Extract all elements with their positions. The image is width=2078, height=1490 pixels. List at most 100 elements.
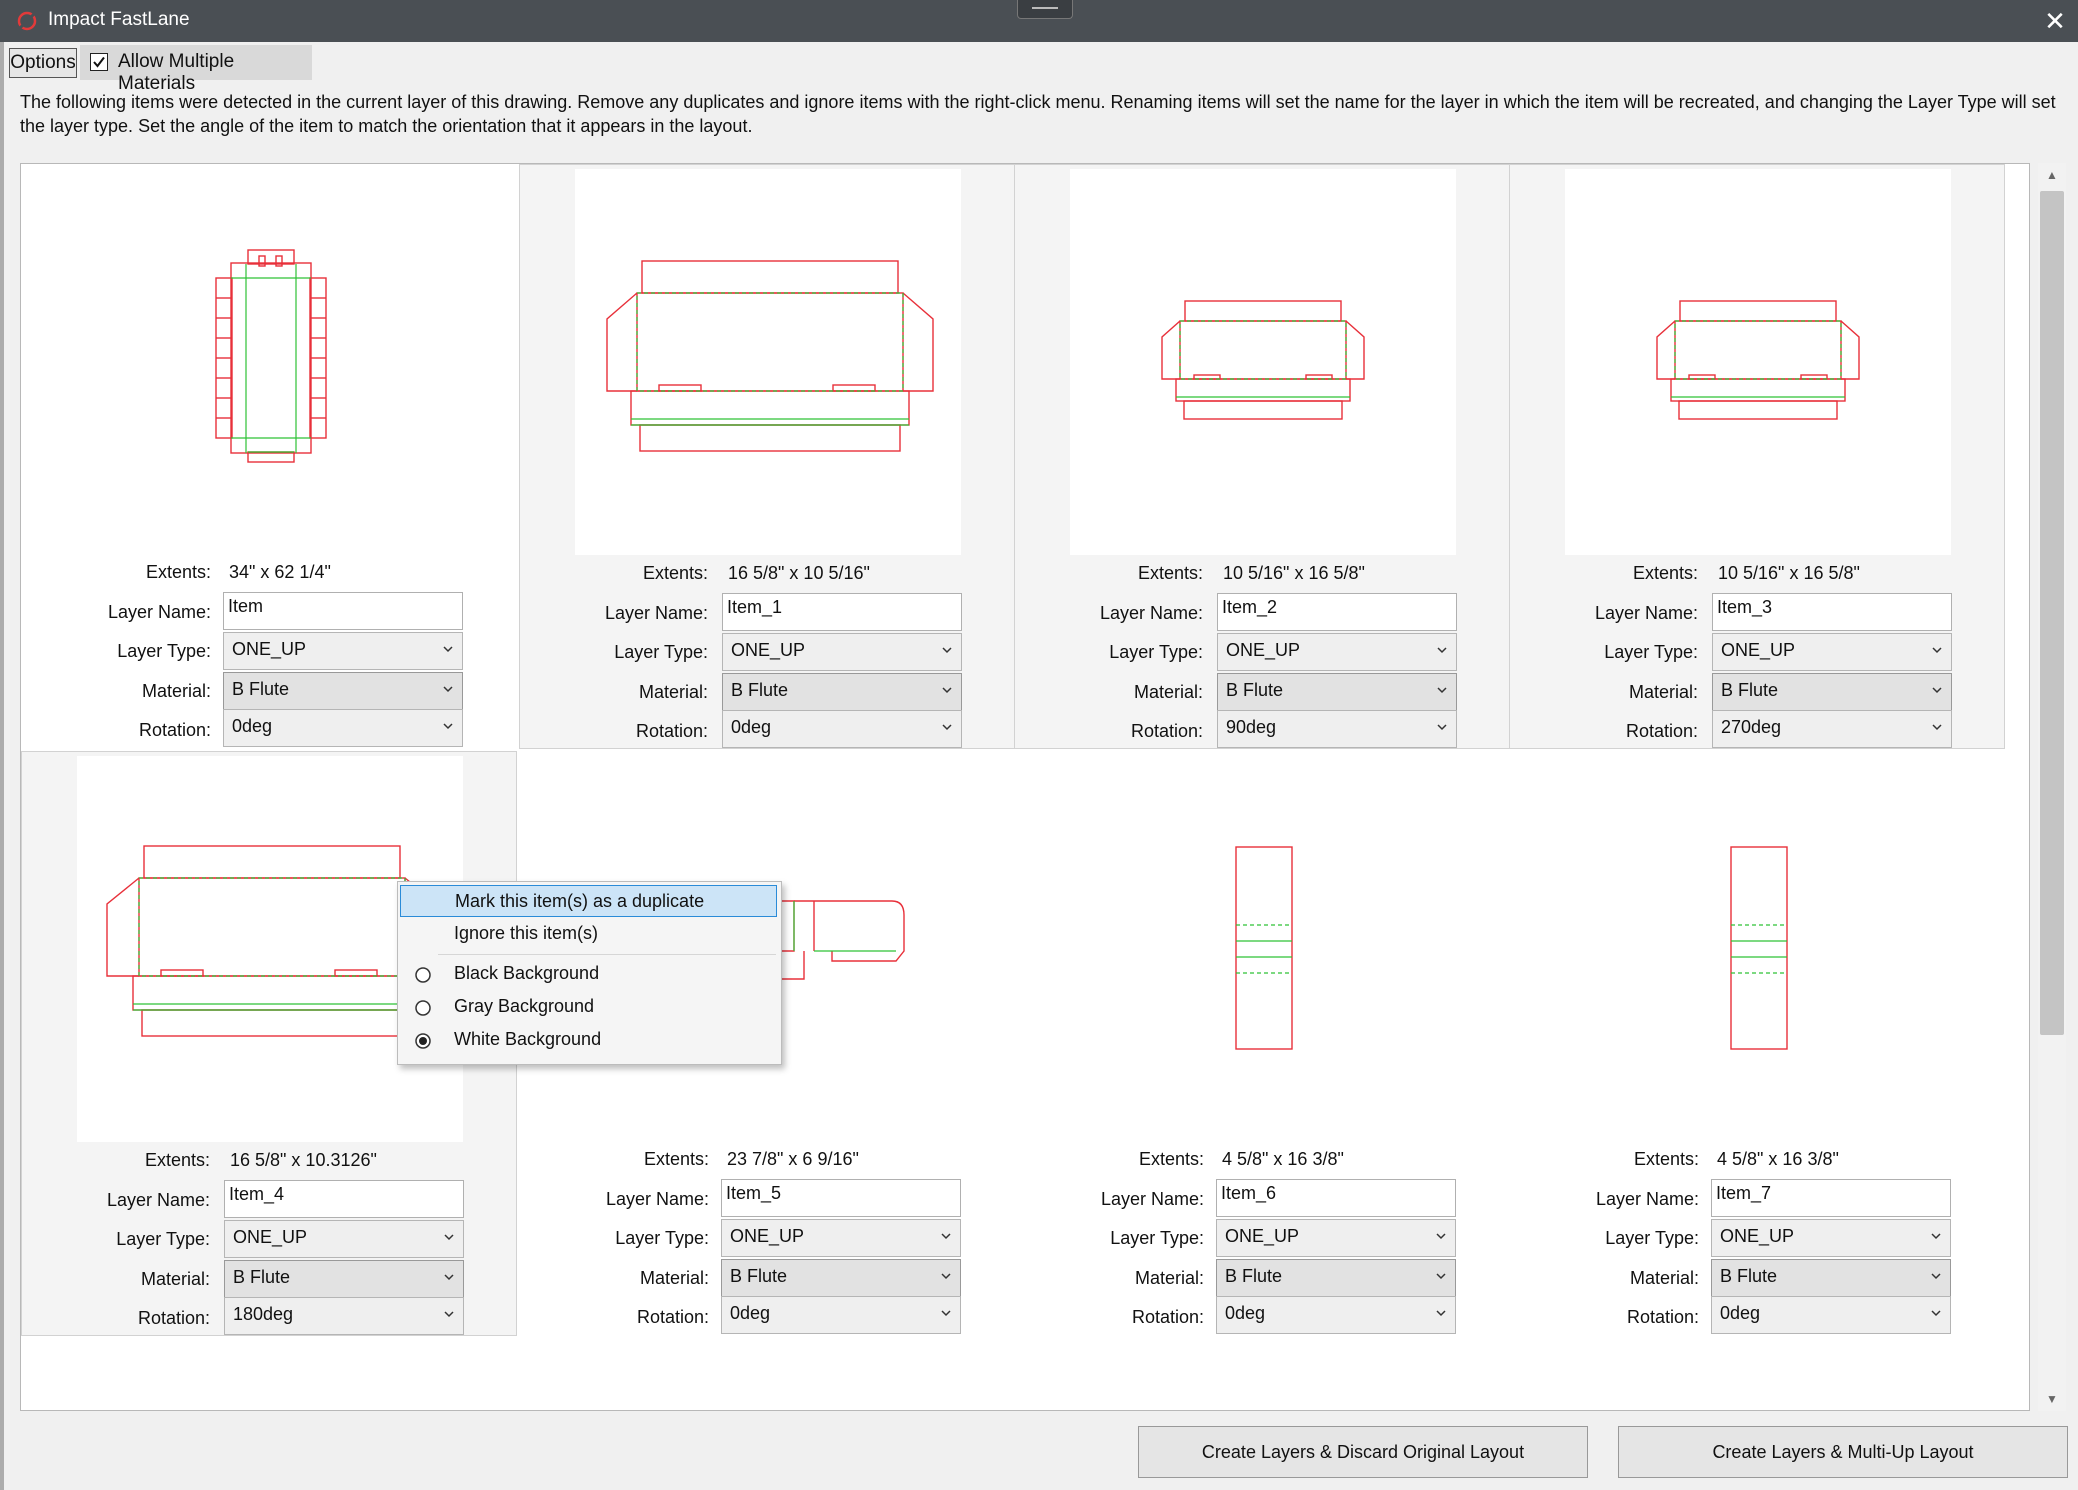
- material-label: Material:: [1134, 1268, 1204, 1288]
- radio-unchecked-icon: [415, 1000, 431, 1016]
- close-icon[interactable]: ✕: [2040, 6, 2070, 36]
- layer-type-label: Layer Type:: [1604, 642, 1698, 662]
- rotation-select[interactable]: 180deg: [224, 1297, 464, 1335]
- item-card[interactable]: Extents: 16 5/8" x 10 5/16" Layer Name: …: [519, 164, 1015, 749]
- chevron-down-icon: [1931, 1310, 1941, 1317]
- extents-label: Extents:: [1632, 563, 1698, 583]
- layer-name-input[interactable]: Item: [223, 592, 463, 630]
- material-value: B Flute: [1226, 680, 1284, 700]
- material-select[interactable]: B Flute: [1216, 1259, 1456, 1297]
- options-button[interactable]: Options: [9, 48, 77, 78]
- layer-type-label: Layer Type:: [1605, 1228, 1699, 1248]
- layer-name-input[interactable]: Item_4: [224, 1180, 464, 1218]
- layer-type-select[interactable]: ONE_UP: [1217, 633, 1457, 671]
- layer-name-input[interactable]: Item_7: [1711, 1179, 1951, 1217]
- layer-type-value: ONE_UP: [233, 1227, 308, 1247]
- scroll-down-icon[interactable]: ▼: [2038, 1387, 2066, 1411]
- item-card[interactable]: Extents: 4 5/8" x 16 3/8" Layer Name: It…: [1509, 751, 2005, 1336]
- material-select[interactable]: B Flute: [223, 672, 463, 710]
- menu-item-ignore[interactable]: Ignore this item(s): [400, 918, 777, 950]
- rotation-select[interactable]: 0deg: [1711, 1296, 1951, 1334]
- layer-type-select[interactable]: ONE_UP: [1712, 633, 1952, 671]
- layer-type-select[interactable]: ONE_UP: [1711, 1219, 1951, 1257]
- app-logo-icon: [16, 10, 38, 32]
- radio-unchecked-icon: [415, 967, 431, 983]
- rotation-value: 180deg: [233, 1304, 294, 1324]
- extents-label: Extents:: [642, 563, 708, 583]
- layer-type-label: Layer Type:: [615, 1228, 709, 1248]
- create-layers-discard-button[interactable]: Create Layers & Discard Original Layout: [1138, 1426, 1588, 1478]
- rotation-label: Rotation:: [635, 721, 708, 741]
- item-card[interactable]: Extents: 4 5/8" x 16 3/8" Layer Name: It…: [1014, 751, 1510, 1336]
- item-card[interactable]: Extents: 34" x 62 1/4" Layer Name: Item …: [21, 164, 517, 749]
- chevron-down-icon: [444, 1234, 454, 1241]
- chevron-down-icon: [444, 1311, 454, 1318]
- chevron-down-icon: [443, 723, 453, 730]
- window-drag-handle[interactable]: [1017, 0, 1073, 19]
- material-select[interactable]: B Flute: [224, 1260, 464, 1298]
- material-select[interactable]: B Flute: [721, 1259, 961, 1297]
- extents-label: Extents:: [1633, 1149, 1699, 1169]
- extents-value: 34" x 62 1/4": [229, 562, 331, 582]
- layer-type-label: Layer Type:: [1109, 642, 1203, 662]
- menu-item-black-background[interactable]: Black Background: [400, 958, 777, 990]
- rotation-select[interactable]: 0deg: [721, 1296, 961, 1334]
- item-preview: [1069, 755, 1455, 1141]
- layer-type-value: ONE_UP: [731, 640, 806, 660]
- material-value: B Flute: [731, 680, 789, 700]
- create-layers-multiup-button[interactable]: Create Layers & Multi-Up Layout: [1618, 1426, 2068, 1478]
- rotation-select[interactable]: 0deg: [722, 710, 962, 748]
- chevron-down-icon: [942, 724, 952, 731]
- layer-name-input[interactable]: Item_2: [1217, 593, 1457, 631]
- item-card[interactable]: Extents: 10 5/16" x 16 5/8" Layer Name: …: [1509, 164, 2005, 749]
- vertical-scrollbar[interactable]: ▲ ▼: [2038, 163, 2066, 1411]
- layer-type-select[interactable]: ONE_UP: [1216, 1219, 1456, 1257]
- layer-name-label: Layer Name:: [1099, 603, 1203, 623]
- layer-name-input[interactable]: Item_6: [1216, 1179, 1456, 1217]
- chevron-down-icon: [941, 1233, 951, 1240]
- material-select[interactable]: B Flute: [1217, 673, 1457, 711]
- layer-type-select[interactable]: ONE_UP: [223, 632, 463, 670]
- menu-item-white-background[interactable]: White Background: [400, 1024, 777, 1056]
- material-select[interactable]: B Flute: [1712, 673, 1952, 711]
- context-menu: Mark this item(s) as a duplicate Ignore …: [397, 881, 782, 1065]
- chevron-down-icon: [443, 646, 453, 653]
- layer-name-label: Layer Name:: [1100, 1189, 1204, 1209]
- item-card[interactable]: Extents: 10 5/16" x 16 5/8" Layer Name: …: [1014, 164, 1510, 749]
- scrollbar-thumb[interactable]: [2040, 191, 2064, 1035]
- material-label: Material:: [141, 681, 211, 701]
- chevron-down-icon: [1932, 687, 1942, 694]
- radio-checked-icon: [415, 1033, 431, 1049]
- rotation-label: Rotation:: [137, 1308, 210, 1328]
- rotation-select[interactable]: 90deg: [1217, 710, 1457, 748]
- material-value: B Flute: [232, 679, 290, 699]
- scroll-up-icon[interactable]: ▲: [2038, 163, 2066, 187]
- rotation-select[interactable]: 0deg: [223, 709, 463, 747]
- layer-name-input[interactable]: Item_3: [1712, 593, 1952, 631]
- window-border: [0, 42, 4, 1490]
- instructions-text: The following items were detected in the…: [20, 92, 2056, 136]
- material-label: Material:: [1628, 682, 1698, 702]
- material-label: Material:: [638, 682, 708, 702]
- chevron-down-icon: [1437, 724, 1447, 731]
- layer-type-select[interactable]: ONE_UP: [721, 1219, 961, 1257]
- layer-name-label: Layer Name:: [1595, 1189, 1699, 1209]
- menu-item-mark-duplicate[interactable]: Mark this item(s) as a duplicate: [400, 885, 777, 917]
- allow-multiple-materials-toggle[interactable]: Allow Multiple Materials: [80, 45, 312, 94]
- layer-type-select[interactable]: ONE_UP: [224, 1220, 464, 1258]
- layer-name-input[interactable]: Item_5: [721, 1179, 961, 1217]
- extents-label: Extents:: [1138, 1149, 1204, 1169]
- layer-type-select[interactable]: ONE_UP: [722, 633, 962, 671]
- material-select[interactable]: B Flute: [722, 673, 962, 711]
- menu-item-label: Gray Background: [454, 996, 595, 1016]
- rotation-select[interactable]: 0deg: [1216, 1296, 1456, 1334]
- extents-value: 16 5/8" x 10 5/16": [728, 563, 870, 583]
- layer-type-label: Layer Type:: [1110, 1228, 1204, 1248]
- menu-item-gray-background[interactable]: Gray Background: [400, 991, 777, 1023]
- layer-name-input[interactable]: Item_1: [722, 593, 962, 631]
- extents-value: 4 5/8" x 16 3/8": [1717, 1149, 1839, 1169]
- rotation-select[interactable]: 270deg: [1712, 710, 1952, 748]
- allow-multiple-materials-checkbox[interactable]: [90, 53, 108, 71]
- material-select[interactable]: B Flute: [1711, 1259, 1951, 1297]
- rotation-value: 0deg: [1225, 1303, 1266, 1323]
